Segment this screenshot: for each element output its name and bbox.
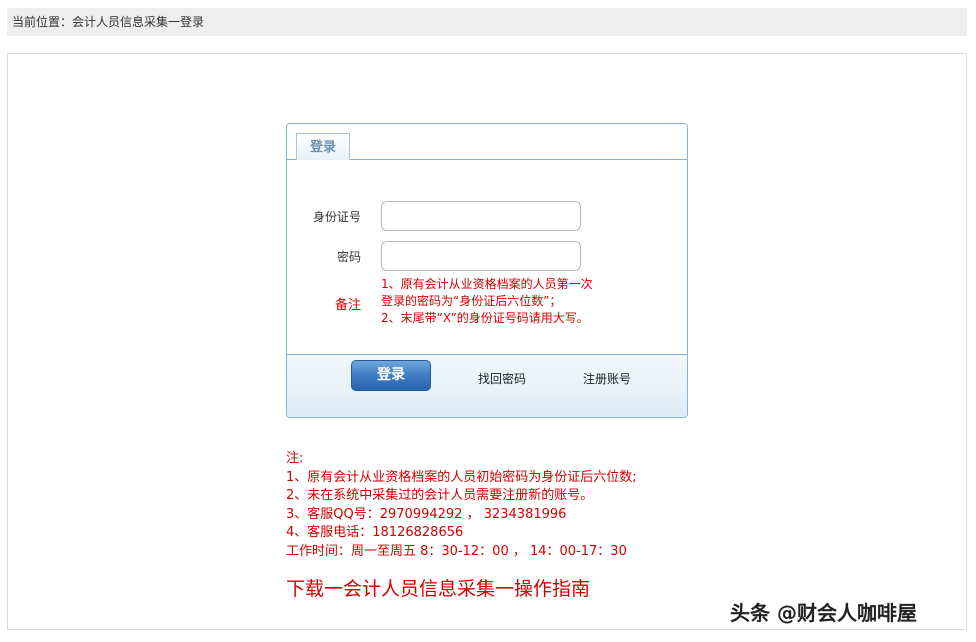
login-panel: 登录 身份证号 密码 备注 1、原有会计从业资格档案的人员第一次 登录的密码为“…: [286, 123, 688, 418]
password-input[interactable]: [381, 241, 581, 271]
notes-line: 1、原有会计从业资格档案的人员初始密码为身份证后六位数;: [286, 469, 637, 485]
password-label: 密码: [336, 250, 361, 264]
forgot-password-link[interactable]: 找回密码: [478, 370, 526, 387]
download-guide-link[interactable]: 下载一会计人员信息采集一操作指南: [286, 574, 590, 601]
login-note-line: 2、末尾带“X”的身份证号码请用大写。: [381, 311, 589, 325]
breadcrumb: 当前位置：会计人员信息采集一登录: [7, 8, 967, 36]
notes-line: 4、客服电话：18126828656: [286, 525, 464, 540]
login-tab-bar: 登录: [287, 124, 687, 160]
id-number-label: 身份证号: [312, 210, 361, 224]
register-link[interactable]: 注册账号: [583, 370, 631, 387]
notes-line: 2、未在系统中采集过的会计人员需要注册新的账号。: [286, 488, 594, 503]
login-note-line: 1、原有会计从业资格档案的人员第一次: [381, 277, 593, 291]
note-label: 备注: [334, 298, 361, 313]
notes-section: 注: 1、原有会计从业资格档案的人员初始密码为身份证后六位数; 2、未在系统中采…: [286, 450, 706, 561]
id-number-input[interactable]: [381, 201, 581, 231]
notes-title: 注:: [286, 451, 304, 466]
notes-line: 3、客服QQ号：2970994292 ， 3234381996: [286, 506, 567, 522]
notes-line: 工作时间：周一至周五 8：30-12：00 ， 14：00-17：30: [286, 543, 627, 559]
login-note-line: 登录的密码为“身份证后六位数”；: [381, 294, 562, 308]
login-button[interactable]: 登录: [351, 360, 431, 391]
watermark: 头条 @财会人咖啡屋: [730, 601, 917, 625]
tab-login[interactable]: 登录: [296, 133, 350, 160]
login-note: 1、原有会计从业资格档案的人员第一次 登录的密码为“身份证后六位数”； 2、末尾…: [381, 276, 681, 327]
login-actions-bar: 登录 找回密码 注册账号: [287, 354, 687, 417]
